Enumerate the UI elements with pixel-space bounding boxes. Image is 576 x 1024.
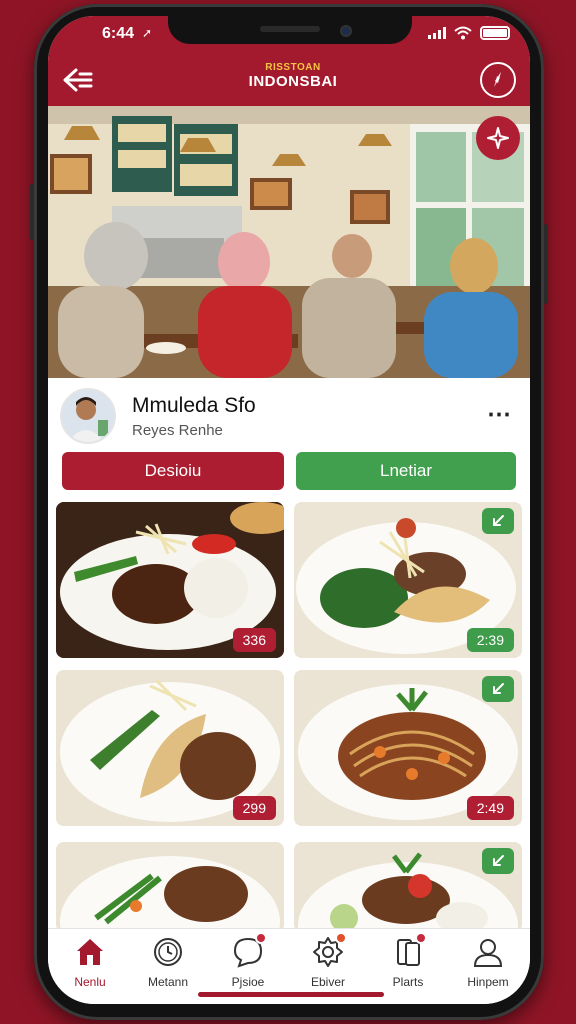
chat-icon xyxy=(231,932,267,969)
more-options-button[interactable]: ⋯ xyxy=(487,400,512,429)
wifi-icon xyxy=(454,26,472,40)
front-camera xyxy=(340,25,352,37)
dish-card[interactable]: 2:39 xyxy=(294,502,522,658)
restaurant-photo xyxy=(48,106,530,378)
expand-arrow-icon xyxy=(493,683,504,694)
secondary-action-button[interactable]: Lnetiar xyxy=(296,452,516,490)
expand-button[interactable] xyxy=(482,508,514,534)
notification-badge xyxy=(255,932,267,944)
profile-subtitle: Reyes Renhe xyxy=(132,422,223,439)
restaurant-interior-image xyxy=(48,106,530,378)
expand-button[interactable] xyxy=(482,676,514,702)
primary-action-button[interactable]: Desioiu xyxy=(62,452,284,490)
tab-pjsioe[interactable]: Pjsioe xyxy=(212,932,284,989)
battery-icon xyxy=(480,26,510,40)
price-badge: 336 xyxy=(232,628,276,652)
phone-icon xyxy=(391,932,427,969)
dish-photo xyxy=(56,842,284,932)
volume-button xyxy=(30,184,34,240)
expand-button[interactable] xyxy=(482,848,514,874)
clock-icon xyxy=(151,935,185,969)
tab-ebiver[interactable]: Ebiver xyxy=(292,932,364,989)
tab-label: Plarts xyxy=(392,975,424,989)
price-badge: 2:49 xyxy=(466,796,514,820)
favorite-button[interactable] xyxy=(476,116,520,160)
dish-card[interactable] xyxy=(56,842,284,932)
tab-label: Ebiver xyxy=(310,975,345,989)
expand-arrow-icon xyxy=(493,855,504,866)
price-badge: 299 xyxy=(232,796,276,820)
restaurant-logo: RISSTOAN INDONSBAI xyxy=(238,62,348,90)
back-arrow-icon xyxy=(63,68,93,92)
tab-label: Pjsioe xyxy=(231,975,265,989)
app-bar: RISSTOAN INDONSBAI xyxy=(48,54,530,106)
home-icon xyxy=(73,935,107,969)
tab-label: Metann xyxy=(147,975,189,989)
person-photo xyxy=(62,390,114,442)
status-icons xyxy=(428,26,510,40)
sparkle-icon xyxy=(487,127,509,149)
status-time: 6:44 xyxy=(102,25,135,42)
notification-badge xyxy=(335,932,347,944)
signal-icon xyxy=(428,27,446,39)
profile-icon xyxy=(471,935,505,969)
host-profile: Mmuleda Sfo Reyes Renhe ⋯ xyxy=(48,378,530,450)
power-button xyxy=(544,224,548,304)
price-badge: 2:39 xyxy=(466,628,514,652)
tab-label: Nenlu xyxy=(74,975,106,989)
tab-home[interactable]: Nenlu xyxy=(54,935,126,989)
dish-card[interactable]: 336 xyxy=(56,502,284,658)
compass-button[interactable] xyxy=(480,62,516,98)
settings-icon xyxy=(311,932,347,969)
profile-name: Mmuleda Sfo xyxy=(132,394,256,417)
dish-card[interactable]: 299 xyxy=(56,670,284,826)
expand-arrow-icon xyxy=(493,515,504,526)
back-button[interactable] xyxy=(60,64,96,96)
notification-badge xyxy=(415,932,427,944)
compass-icon xyxy=(494,72,501,87)
logo-line2: INDONSBAI xyxy=(248,73,338,90)
dish-card[interactable]: 2:49 xyxy=(294,670,522,826)
tab-hinpem[interactable]: Hinpem xyxy=(452,935,524,989)
status-bar: 6:44 ➚ xyxy=(48,16,530,54)
tab-metann[interactable]: Metann xyxy=(132,935,204,989)
app-screen: 6:44 ➚ RISSTOAN INDONSBAI Mmuleda Sfo Re… xyxy=(48,16,530,1004)
location-arrow-icon: ➚ xyxy=(142,26,153,40)
home-indicator[interactable] xyxy=(198,992,384,997)
tab-label: Hinpem xyxy=(467,975,509,989)
tab-plarts[interactable]: Plarts xyxy=(372,932,444,989)
logo-line1: RISSTOAN xyxy=(265,62,321,73)
speaker xyxy=(260,26,320,32)
avatar[interactable] xyxy=(60,388,116,444)
notch xyxy=(168,16,412,44)
dish-card[interactable] xyxy=(294,842,522,932)
